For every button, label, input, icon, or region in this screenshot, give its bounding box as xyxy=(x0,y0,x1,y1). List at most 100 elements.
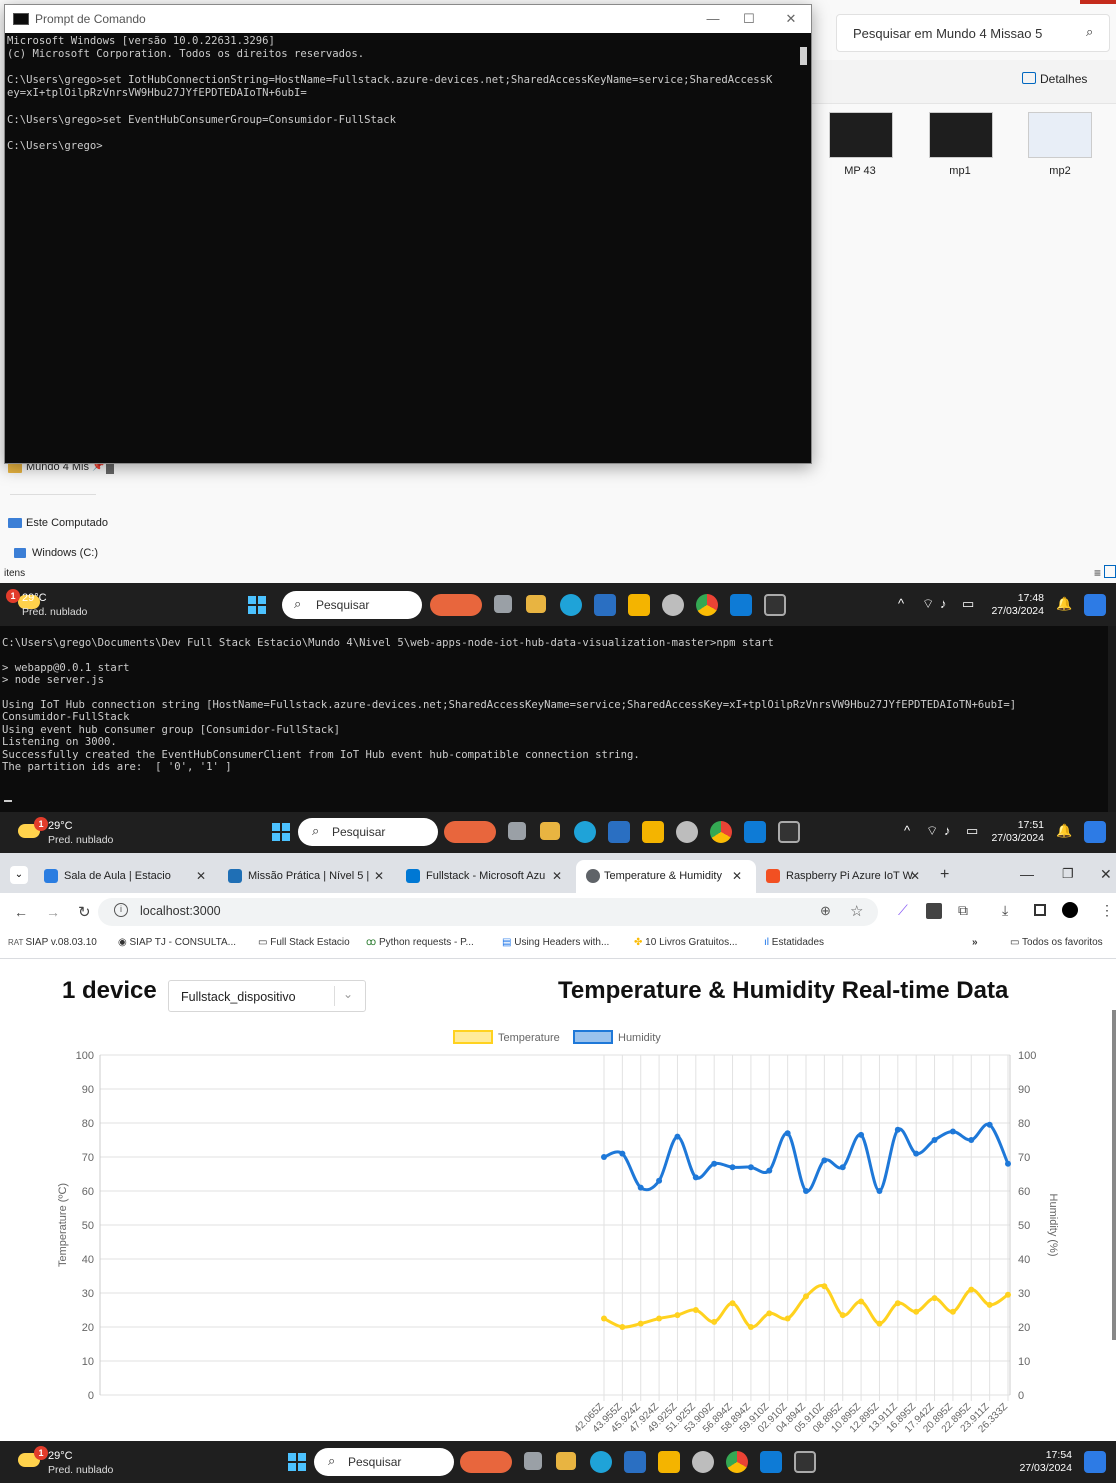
task-view-icon[interactable] xyxy=(524,1452,542,1470)
tab-temperature-humidity[interactable]: Temperature & Humidity xyxy=(576,860,756,893)
tray-chevron-icon[interactable]: ^ xyxy=(898,596,904,611)
weather-condition[interactable]: Pred. nublado xyxy=(48,1464,113,1476)
task-view-icon[interactable] xyxy=(508,822,526,840)
weather-temp[interactable]: 29°C xyxy=(48,820,73,832)
extension-pen-icon[interactable]: ⟋ xyxy=(898,902,908,919)
bookmark-estatidades[interactable]: ıl Estatidades xyxy=(764,937,824,948)
address-bar[interactable]: localhost:3000 xyxy=(98,898,878,926)
copilot-icon[interactable] xyxy=(1084,821,1106,843)
bookmark-siap-tj[interactable]: ◉ SIAP TJ - CONSULTA... xyxy=(118,937,236,948)
clock[interactable]: 17:48 27/03/2024 xyxy=(972,592,1044,618)
bookmark-star-icon[interactable]: ☆ xyxy=(850,902,863,920)
windows-start-icon[interactable] xyxy=(288,1453,306,1471)
thumbnail-mp43[interactable] xyxy=(829,112,893,158)
bookmark-siap[interactable]: RAT SIAP v.08.03.10 xyxy=(8,937,97,948)
back-icon[interactable]: ← xyxy=(14,904,28,920)
selenium-extension-icon[interactable] xyxy=(926,903,942,919)
new-tab-icon[interactable]: + xyxy=(940,866,949,884)
file-explorer-icon[interactable] xyxy=(540,822,560,840)
thumbnail-mp1[interactable] xyxy=(929,112,993,158)
terminal-icon[interactable] xyxy=(764,594,786,616)
explorer-search-input[interactable]: Pesquisar em Mundo 4 Missao 5 xyxy=(836,14,1110,52)
download-icon[interactable]: ⤓ xyxy=(1002,902,1008,919)
maximize-button[interactable]: ☐ xyxy=(729,9,769,29)
bookmark-using-headers[interactable]: ▤ Using Headers with... xyxy=(502,937,609,948)
edge-icon[interactable] xyxy=(590,1451,612,1473)
tab-raspberry-pi[interactable]: Raspberry Pi Azure IoT W xyxy=(758,860,928,893)
volume-icon[interactable]: ♪ xyxy=(944,823,951,838)
taskbar-search[interactable]: Pesquisar xyxy=(282,591,422,619)
sidebar-item-this-pc[interactable]: Este Computado xyxy=(26,517,108,529)
tab-close-icon[interactable]: ✕ xyxy=(732,869,742,883)
copilot-icon[interactable] xyxy=(1084,1451,1106,1473)
restore-button[interactable]: ❐ xyxy=(1062,866,1074,882)
clock[interactable]: 17:54 27/03/2024 xyxy=(1000,1449,1072,1475)
bookmark-python-requests[interactable]: ꝏ Python requests - P... xyxy=(366,937,474,948)
volume-icon[interactable]: ♪ xyxy=(940,596,947,611)
bell-icon[interactable]: 🔔 xyxy=(1056,596,1072,612)
clock[interactable]: 17:51 27/03/2024 xyxy=(972,819,1044,845)
clock-app-icon[interactable] xyxy=(662,594,684,616)
chrome-icon[interactable] xyxy=(696,594,718,616)
profile-avatar[interactable] xyxy=(1062,902,1078,918)
vscode-icon[interactable] xyxy=(760,1451,782,1473)
tab-azure[interactable]: Fullstack - Microsoft Azu xyxy=(398,860,550,893)
weather-condition[interactable]: Pred. nublado xyxy=(48,834,113,846)
windows-start-icon[interactable] xyxy=(272,823,290,841)
widgets-icon[interactable] xyxy=(460,1451,512,1473)
minimize-button[interactable]: — xyxy=(693,9,733,29)
sticky-notes-icon[interactable] xyxy=(658,1451,680,1473)
close-button[interactable]: ✕ xyxy=(1100,866,1112,883)
widgets-icon[interactable] xyxy=(430,594,482,616)
more-bookmarks-icon[interactable]: » xyxy=(972,937,978,948)
file-explorer-icon[interactable] xyxy=(526,595,546,613)
widgets-icon[interactable] xyxy=(444,821,496,843)
store-icon[interactable] xyxy=(608,821,630,843)
tab-close-icon[interactable]: ✕ xyxy=(910,869,920,883)
zoom-icon[interactable]: ⊕ xyxy=(820,903,831,919)
cmd-scrollbar-thumb[interactable] xyxy=(800,47,807,65)
close-button[interactable]: ✕ xyxy=(771,9,811,29)
details-button[interactable]: Detalhes xyxy=(1040,72,1087,86)
clock-app-icon[interactable] xyxy=(676,821,698,843)
chrome-icon[interactable] xyxy=(726,1451,748,1473)
terminal-output[interactable]: C:\Users\grego\Documents\Dev Full Stack … xyxy=(2,637,1016,773)
close-button-accent[interactable] xyxy=(1080,0,1116,4)
terminal-icon[interactable] xyxy=(794,1451,816,1473)
edge-icon[interactable] xyxy=(560,594,582,616)
windows-start-icon[interactable] xyxy=(248,596,266,614)
file-explorer-icon[interactable] xyxy=(556,1452,576,1470)
terminal-scrollbar[interactable] xyxy=(1108,626,1116,812)
wifi-icon[interactable]: ⌔ xyxy=(922,596,934,612)
minimize-button[interactable]: — xyxy=(1020,866,1034,882)
chevron-down-icon[interactable]: ⌄ xyxy=(343,987,353,1001)
copilot-icon[interactable] xyxy=(1084,594,1106,616)
tab-search-chevron-icon[interactable]: ⌄ xyxy=(10,866,28,884)
sticky-notes-icon[interactable] xyxy=(642,821,664,843)
reload-icon[interactable]: ↻ xyxy=(78,903,91,921)
clock-app-icon[interactable] xyxy=(692,1451,714,1473)
store-icon[interactable] xyxy=(594,594,616,616)
terminal-icon[interactable] xyxy=(778,821,800,843)
side-panel-icon[interactable] xyxy=(1034,904,1046,916)
tiles-view-icon[interactable] xyxy=(1104,565,1116,578)
tray-chevron-icon[interactable]: ^ xyxy=(904,823,910,838)
tab-close-icon[interactable]: ✕ xyxy=(552,869,562,883)
chrome-menu-icon[interactable]: ⋮ xyxy=(1100,902,1114,919)
tab-missao-pratica[interactable]: Missão Prática | Nível 5 | xyxy=(220,860,370,893)
list-view-icon[interactable]: ≡ xyxy=(1094,566,1101,580)
tab-close-icon[interactable]: ✕ xyxy=(374,869,384,883)
store-icon[interactable] xyxy=(624,1451,646,1473)
cmd-output[interactable]: Microsoft Windows [versão 10.0.22631.329… xyxy=(7,35,797,153)
command-prompt-window[interactable]: Prompt de Comando — ☐ ✕ Microsoft Window… xyxy=(4,4,812,464)
all-bookmarks-folder[interactable]: ▭ Todos os favoritos xyxy=(1010,937,1103,948)
vscode-icon[interactable] xyxy=(730,594,752,616)
bookmark-10-livros[interactable]: ✤ 10 Livros Gratuitos... xyxy=(634,937,737,948)
task-view-icon[interactable] xyxy=(494,595,512,613)
thumbnail-mp2[interactable] xyxy=(1028,112,1092,158)
tab-close-icon[interactable]: ✕ xyxy=(196,869,206,883)
weather-condition[interactable]: Pred. nublado xyxy=(22,606,87,618)
edge-icon[interactable] xyxy=(574,821,596,843)
sidebar-item-drive-c[interactable]: Windows (C:) xyxy=(32,547,98,559)
device-select[interactable]: Fullstack_dispositivo xyxy=(168,980,366,1012)
